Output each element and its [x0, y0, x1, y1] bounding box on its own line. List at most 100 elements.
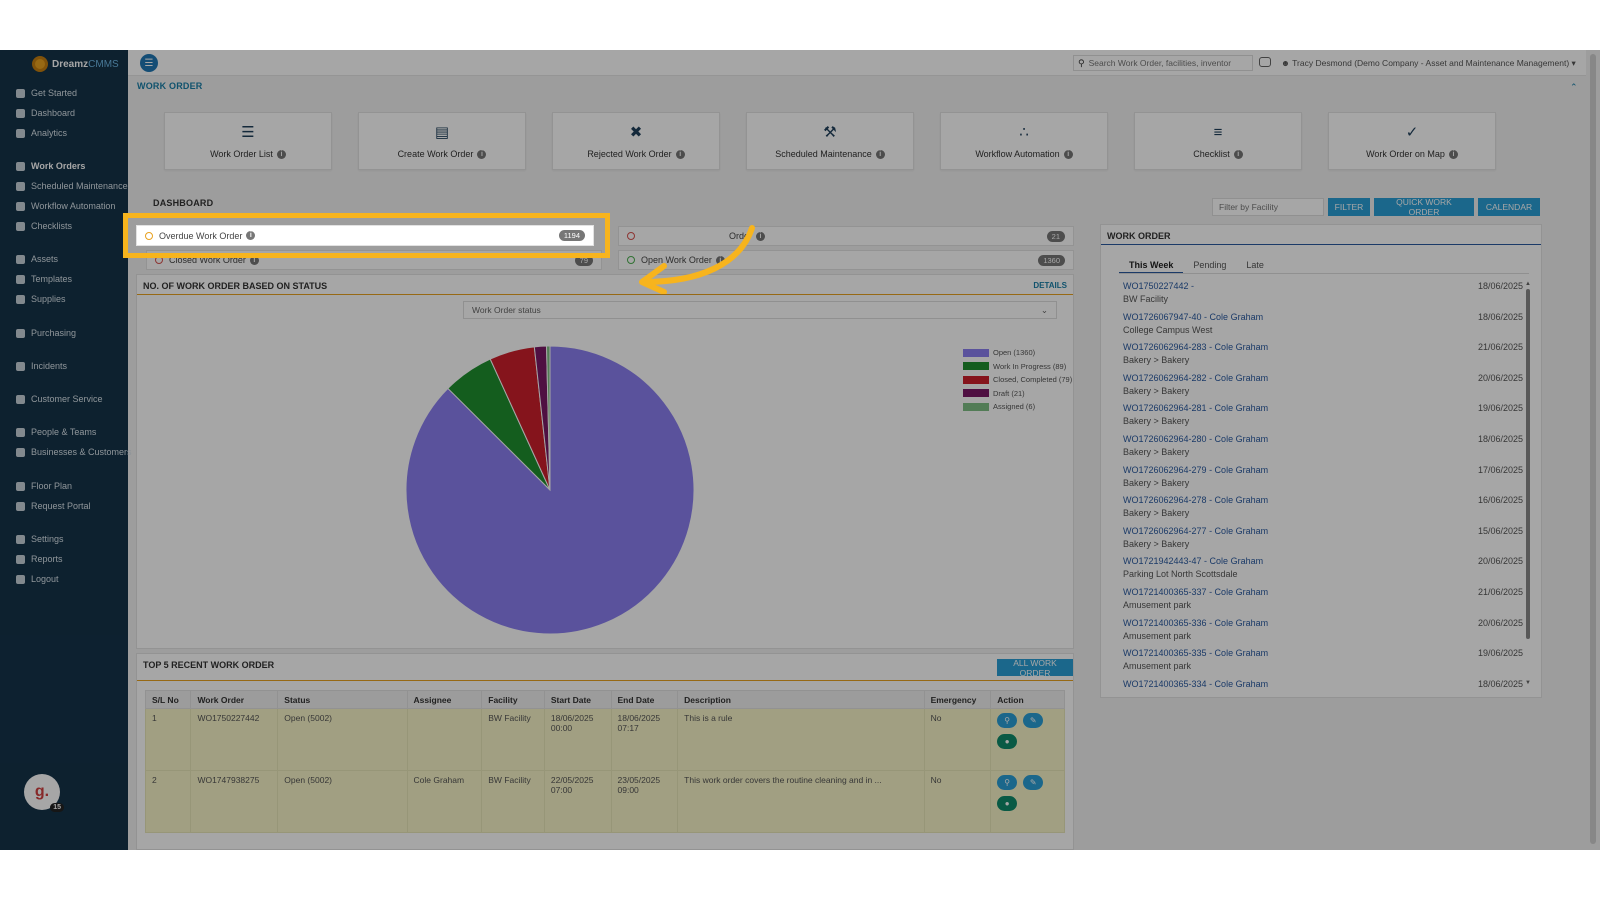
filter-button[interactable]: FILTER	[1328, 198, 1370, 216]
card-scheduled-maintenance[interactable]: ⚒ Scheduled Maintenance i	[746, 112, 914, 170]
legend-item[interactable]: Assigned (6)	[963, 400, 1072, 414]
list-item[interactable]: WO1721942443-47 - Cole Graham Parking Lot…	[1123, 556, 1523, 586]
status-select[interactable]: Work Order status ⌄	[463, 301, 1057, 319]
scroll-down-icon[interactable]: ▼	[1525, 680, 1531, 686]
page-scrollbar[interactable]	[1586, 50, 1600, 850]
page-scroll-thumb[interactable]	[1590, 54, 1596, 844]
info-icon[interactable]: i	[1448, 149, 1458, 159]
list-item[interactable]: WO1726062964-277 - Cole Graham Bakery > B…	[1123, 526, 1523, 556]
work-order-link[interactable]: WO1726062964-283 - Cole Graham	[1123, 342, 1523, 352]
info-icon[interactable]: i	[1063, 149, 1073, 159]
work-order-link[interactable]: WO1721400365-334 - Cole Graham	[1123, 679, 1523, 689]
info-icon[interactable]: i	[675, 149, 685, 159]
info-icon[interactable]: i	[246, 231, 256, 240]
table-row[interactable]: 1 WO1750227442 Open (5002) BW Facility 18/06…	[144, 708, 1065, 771]
work-order-link[interactable]: WO1750227442 -	[1123, 281, 1523, 291]
sidebar-item-dashboard[interactable]: Dashboard	[0, 104, 128, 122]
legend-item[interactable]: Work In Progress (89)	[963, 360, 1072, 374]
scroll-thumb[interactable]	[1526, 289, 1530, 639]
list-item[interactable]: WO1721400365-335 - Cole Graham Amusement …	[1123, 648, 1523, 678]
work-order-link[interactable]: WO1726062964-278 - Cole Graham	[1123, 495, 1523, 505]
work-order-link[interactable]: WO1726062964-277 - Cole Graham	[1123, 526, 1523, 536]
work-order-link[interactable]: WO1726062964-280 - Cole Graham	[1123, 434, 1523, 444]
sidebar-item-reports[interactable]: Reports	[0, 550, 128, 568]
card-work-order-list[interactable]: ☰ Work Order List i	[164, 112, 332, 170]
edit-pencil-icon[interactable]: ✎	[1023, 713, 1044, 728]
work-order-link[interactable]: WO1726062964-281 - Cole Graham	[1123, 403, 1523, 413]
facility-filter-input[interactable]	[1212, 198, 1324, 216]
sidebar-item-customer-service[interactable]: Customer Service	[0, 390, 128, 408]
info-icon[interactable]: i	[477, 149, 487, 159]
scroll-up-icon[interactable]: ▲	[1525, 281, 1531, 287]
quick-work-order-button[interactable]: QUICK WORK ORDER	[1374, 197, 1474, 217]
table-row[interactable]: 2 WO1747938275 Open (5002) Cole Graham BW Fa…	[144, 770, 1065, 833]
sidebar-item-incidents[interactable]: Incidents	[0, 357, 128, 375]
collapse-chevron-up-icon[interactable]: ⌃	[1570, 82, 1578, 93]
menu-toggle-button[interactable]: ☰	[140, 54, 158, 72]
details-link[interactable]: DETAILS	[1033, 281, 1067, 290]
work-order-link[interactable]: WO1726062964-282 - Cole Graham	[1123, 373, 1523, 383]
work-order-link[interactable]: WO1726062964-279 - Cole Graham	[1123, 465, 1523, 475]
list-item[interactable]: WO1750227442 - BW Facility 18/06/2025	[1123, 281, 1523, 311]
search-input[interactable]	[1088, 58, 1244, 68]
legend-item[interactable]: Draft (21)	[963, 387, 1072, 401]
comment-icon[interactable]: ●	[997, 734, 1018, 749]
view-search-icon[interactable]: ⚲	[997, 713, 1018, 728]
tab-pending[interactable]: Pending	[1183, 259, 1236, 274]
sidebar-item-request-portal[interactable]: Request Portal	[0, 497, 128, 515]
work-order-link[interactable]: WO1721400365-337 - Cole Graham	[1123, 587, 1523, 597]
sidebar-item-assets[interactable]: Assets	[0, 250, 128, 268]
sidebar-item-checklists[interactable]: Checklists	[0, 217, 128, 235]
info-icon[interactable]: i	[276, 149, 286, 159]
edit-pencil-icon[interactable]: ✎	[1023, 775, 1044, 790]
sidebar-item-floor-plan[interactable]: Floor Plan	[0, 477, 128, 495]
avatar[interactable]: g. 15	[24, 774, 64, 812]
legend-item[interactable]: Closed, Completed (79)	[963, 373, 1072, 387]
sidebar-item-get-started[interactable]: Get Started	[0, 84, 128, 102]
sidebar-item-scheduled-maintenance[interactable]: Scheduled Maintenance	[0, 177, 128, 195]
work-order-link[interactable]: WO1721400365-336 - Cole Graham	[1123, 618, 1523, 628]
global-search[interactable]: ⚲	[1073, 55, 1253, 71]
calendar-button[interactable]: CALENDAR	[1478, 198, 1540, 216]
list-item[interactable]: WO1726062964-281 - Cole Graham Bakery > B…	[1123, 403, 1523, 433]
work-order-link[interactable]: WO1721942443-47 - Cole Graham	[1123, 556, 1523, 566]
card-work-order-on-map[interactable]: ✓ Work Order on Map i	[1328, 112, 1496, 170]
sidebar-item-settings[interactable]: Settings	[0, 530, 128, 548]
comment-icon[interactable]: ●	[997, 796, 1018, 811]
legend-item[interactable]: Open (1360)	[963, 346, 1072, 360]
all-work-order-button[interactable]: ALL WORK ORDER	[997, 658, 1073, 678]
list-item[interactable]: WO1726067947-40 - Cole Graham College Cam…	[1123, 312, 1523, 342]
info-icon[interactable]: i	[875, 149, 885, 159]
overdue-work-order-card[interactable]: Overdue Work Order i 1194	[136, 225, 594, 246]
sidebar-item-supplies[interactable]: Supplies	[0, 290, 128, 308]
tab-this-week[interactable]: This Week	[1119, 259, 1184, 274]
sidebar-item-businesses-customers[interactable]: Businesses & Customers	[0, 443, 132, 461]
sidebar-item-analytics[interactable]: Analytics	[0, 124, 128, 142]
user-menu[interactable]: ☻ Tracy Desmond (Demo Company - Asset an…	[1281, 58, 1576, 69]
sidebar-item-purchasing[interactable]: Purchasing	[0, 324, 128, 342]
sidebar-item-people-teams[interactable]: People & Teams	[0, 423, 128, 441]
sidebar-item-logout[interactable]: Logout	[0, 570, 128, 588]
list-item[interactable]: WO1721400365-336 - Cole Graham Amusement …	[1123, 618, 1523, 648]
card-create-work-order[interactable]: ▤ Create Work Order i	[358, 112, 526, 170]
list-item[interactable]: WO1726062964-279 - Cole Graham Bakery > B…	[1123, 465, 1523, 495]
sidebar-item-templates[interactable]: Templates	[0, 270, 128, 288]
list-item[interactable]: WO1726062964-280 - Cole Graham Bakery > B…	[1123, 434, 1523, 464]
work-order-link[interactable]: WO1726067947-40 - Cole Graham	[1123, 312, 1523, 322]
brand-logo[interactable]: DreamzCMMS	[32, 56, 119, 72]
wo-list-scrollbar[interactable]: ▲ ▼	[1525, 281, 1531, 686]
list-item[interactable]: WO1726062964-283 - Cole Graham Bakery > B…	[1123, 342, 1523, 372]
card-workflow-automation[interactable]: ∴ Workflow Automation i	[940, 112, 1108, 170]
view-search-icon[interactable]: ⚲	[997, 775, 1018, 790]
sidebar-item-workflow-automation[interactable]: Workflow Automation	[0, 197, 128, 215]
work-order-link[interactable]: WO1721400365-335 - Cole Graham	[1123, 648, 1523, 658]
list-item[interactable]: WO1726062964-278 - Cole Graham Bakery > B…	[1123, 495, 1523, 525]
chat-icon[interactable]	[1259, 57, 1271, 67]
sidebar-item-work-orders[interactable]: Work Orders	[0, 157, 128, 175]
list-item[interactable]: WO1726062964-282 - Cole Graham Bakery > B…	[1123, 373, 1523, 403]
list-item[interactable]: WO1721400365-334 - Cole Graham 18/06/2025	[1123, 679, 1523, 709]
list-item[interactable]: WO1721400365-337 - Cole Graham Amusement …	[1123, 587, 1523, 617]
tab-late[interactable]: Late	[1236, 259, 1274, 274]
card-checklist[interactable]: ≡ Checklist i	[1134, 112, 1302, 170]
card-rejected-work-order[interactable]: ✖ Rejected Work Order i	[552, 112, 720, 170]
